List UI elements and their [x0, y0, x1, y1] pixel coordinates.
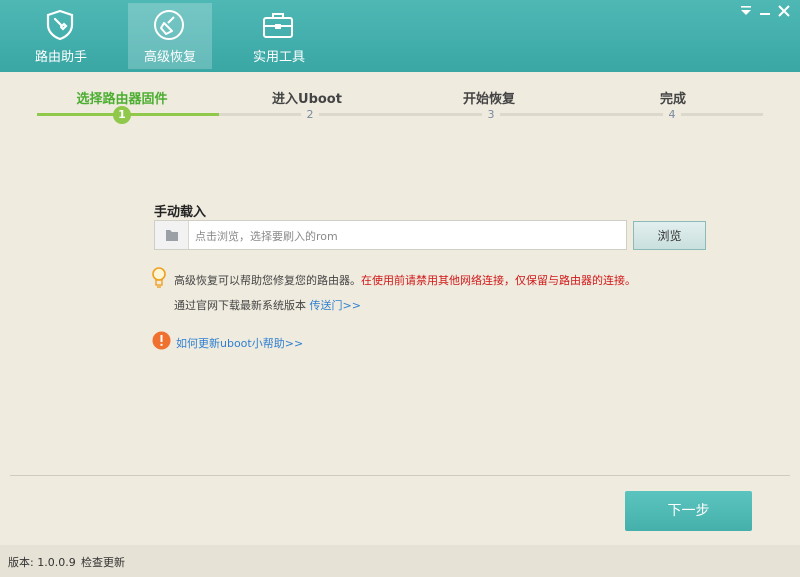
- tab-label: 实用工具: [252, 50, 305, 65]
- step-label-enter-uboot: 进入Uboot: [272, 92, 342, 107]
- step-label-finish: 完成: [659, 92, 686, 107]
- wrench-shield-icon: [46, 9, 74, 41]
- warning-circle-icon: [152, 331, 171, 350]
- uboot-help-link[interactable]: 如何更新uboot小帮助>>: [176, 335, 303, 351]
- status-bar: 版本: 1.0.0.9 检查更新: [0, 545, 800, 577]
- close-icon[interactable]: [776, 4, 792, 18]
- title-bar: 路由助手 高级恢复 实用工具: [0, 0, 800, 72]
- download-line: 通过官网下载最新系统版本 传送门>>: [174, 297, 361, 313]
- tab-label: 高级恢复: [143, 50, 196, 65]
- broom-icon: [154, 10, 184, 40]
- tip-text: 高级恢复可以帮助您修复您的路由器。在使用前请禁用其他网络连接，仅保留与路由器的连…: [174, 272, 636, 288]
- rom-file-field[interactable]: [154, 220, 627, 250]
- step-number: 3: [482, 106, 500, 124]
- version-label: 版本: 1.0.0.9: [8, 556, 76, 569]
- divider: [10, 475, 790, 476]
- tab-label: 路由助手: [34, 50, 87, 65]
- check-update-link[interactable]: 检查更新: [81, 554, 125, 570]
- folder-icon: [166, 230, 178, 241]
- next-step-button[interactable]: 下一步: [625, 491, 752, 531]
- step-label-start-recovery: 开始恢复: [462, 92, 515, 107]
- manual-load-title: 手动载入: [154, 205, 207, 220]
- browse-button[interactable]: 浏览: [633, 221, 706, 250]
- tip-warning: 在使用前请禁用其他网络连接，仅保留与路由器的连接。: [361, 274, 636, 287]
- menu-down-icon[interactable]: [738, 4, 754, 18]
- download-text: 通过官网下载最新系统版本: [174, 299, 306, 312]
- tip-description: 高级恢复可以帮助您修复您的路由器。: [174, 274, 361, 287]
- download-link[interactable]: 传送门>>: [310, 299, 361, 312]
- tab-utilities[interactable]: 实用工具: [237, 3, 321, 69]
- step-number: 2: [301, 106, 319, 124]
- step-number: 1: [113, 106, 131, 124]
- step-label-select-firmware: 选择路由器固件: [76, 92, 168, 107]
- step-number: 4: [663, 106, 681, 124]
- rom-file-input[interactable]: [193, 225, 617, 247]
- folder-button[interactable]: [155, 221, 189, 249]
- minimize-icon[interactable]: [757, 4, 773, 18]
- toolbox-icon: [263, 13, 293, 38]
- tab-advanced-recovery[interactable]: 高级恢复: [128, 3, 212, 69]
- lightbulb-icon: [152, 267, 166, 288]
- tab-router-assistant[interactable]: 路由助手: [19, 3, 103, 69]
